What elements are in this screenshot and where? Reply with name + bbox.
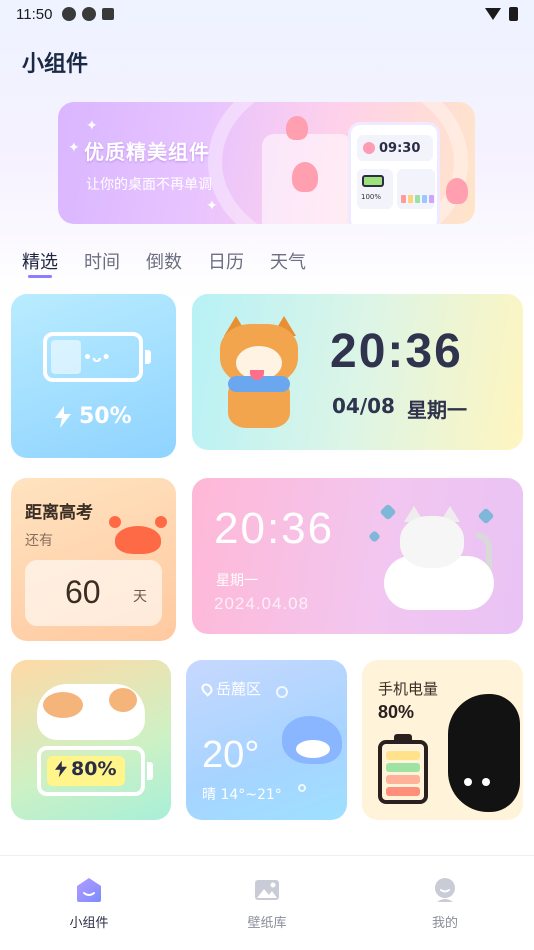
sparkle-icon: ✦ [68, 140, 80, 156]
banner-subtitle: 让你的桌面不再单调 [86, 177, 212, 193]
battery-tip [145, 350, 151, 364]
bubble-icon [276, 686, 288, 698]
weather-location: 岳麓区 [216, 680, 262, 698]
level-bars [401, 195, 434, 203]
wallpaper-icon [255, 880, 279, 900]
phone-battery-widget[interactable]: 手机电量 80% [362, 660, 523, 820]
battery-icon [362, 175, 384, 187]
bottom-nav: 小组件 壁纸库 我的 [0, 856, 534, 950]
battery-percent: 50% [79, 404, 132, 429]
tulip-icon [292, 162, 318, 192]
tab-countdown[interactable]: 倒数 [146, 248, 182, 274]
clock-time: 20:36 [330, 325, 463, 378]
battery-icon [509, 7, 518, 21]
lightning-icon [55, 760, 67, 778]
widget-icon [77, 878, 101, 902]
pink-clock-time: 20:36 [214, 504, 335, 553]
nav-label-wallpapers: 壁纸库 [247, 916, 287, 931]
nav-item-wallpapers[interactable]: 壁纸库 [178, 856, 356, 950]
tab-calendar[interactable]: 日历 [208, 248, 244, 274]
promo-banner[interactable]: ✦ ✦ ✦ 优质精美组件 让你的桌面不再单调 09:30 100% [58, 102, 475, 224]
heart-icon [368, 530, 381, 543]
countdown-title: 距离高考 [25, 503, 93, 523]
shiba-dog-icon [214, 316, 306, 430]
clock-widget[interactable]: 20:36 04/08 星期一 [192, 294, 523, 450]
banner-title: 优质精美组件 [84, 140, 210, 164]
tulip-icon [286, 116, 308, 140]
battery-levels-icon [378, 740, 428, 804]
active-tab-indicator [28, 275, 52, 278]
cat-battery-row: 80% [55, 758, 116, 780]
weather-location-row: 岳麓区 [199, 678, 262, 699]
battery-face: •ᴗ• [83, 350, 111, 366]
battery-fill [51, 340, 81, 374]
tab-weather[interactable]: 天气 [270, 248, 306, 274]
location-pin-icon [199, 680, 215, 697]
battery-widget[interactable]: •ᴗ• 50% [11, 294, 176, 458]
preview-time: 09:30 [379, 140, 421, 156]
countdown-unit: 天 [133, 589, 147, 605]
pink-clock-widget[interactable]: 20:36 星期一 2024.04.08 [192, 478, 523, 634]
tab-featured[interactable]: 精选 [22, 248, 58, 274]
page-title: 小组件 [22, 52, 89, 77]
nav-item-widgets[interactable]: 小组件 [0, 856, 178, 950]
sparkle-icon: ✦ [206, 198, 218, 214]
battery-shell: •ᴗ• [43, 332, 143, 382]
profile-icon [435, 878, 455, 902]
preview-level-widget [397, 169, 435, 209]
countdown-widget[interactable]: 距离高考 还有 60 天 [11, 478, 176, 641]
preview-battery-widget: 100% [357, 169, 393, 209]
tulip-icon [446, 178, 468, 204]
phone-preview: 09:30 100% [348, 122, 440, 224]
clock-weekday: 星期一 [406, 398, 467, 422]
lightning-icon [55, 405, 71, 428]
dolphin-icon [282, 716, 342, 764]
app-notification-icon [82, 7, 97, 21]
countdown-days: 60 [65, 574, 101, 610]
calico-cat-icon [37, 684, 145, 740]
cat-battery-percent: 80% [71, 758, 117, 780]
pink-clock-date: 2024.04.08 [214, 594, 310, 613]
weather-widget[interactable]: 岳麓区 20° 晴 14°~21° [186, 660, 347, 820]
app-notification-icon [62, 7, 77, 21]
sparkle-icon: ✦ [86, 118, 98, 134]
crab-icon [109, 516, 167, 554]
white-cat-icon [384, 502, 502, 614]
status-time: 11:50 [16, 5, 53, 23]
wifi-icon [485, 8, 501, 20]
preview-battery-pct: 100% [361, 193, 382, 201]
clock-date: 04/08 [332, 394, 395, 418]
nav-label-profile: 我的 [431, 916, 458, 931]
clock-date-row: 04/08 星期一 [332, 394, 467, 423]
weather-condition: 晴 14°~21° [202, 787, 282, 803]
cat-battery-widget[interactable]: 80% [11, 660, 171, 820]
preview-clock-widget: 09:30 [357, 135, 433, 161]
a-notification-icon [102, 8, 115, 20]
notification-icons [62, 7, 115, 21]
pink-clock-weekday: 星期一 [216, 573, 258, 589]
countdown-box: 60 天 [25, 560, 162, 626]
battery-percent-row: 50% [55, 404, 132, 429]
paw-icon [363, 142, 375, 154]
weather-temp: 20° [202, 734, 260, 776]
category-tabs: 精选 时间 倒数 日历 天气 [22, 248, 332, 274]
phone-battery-title: 手机电量 [378, 680, 439, 698]
phone-battery-percent: 80% [378, 702, 415, 722]
countdown-sub: 还有 [25, 533, 53, 549]
battery-tip [147, 762, 153, 780]
system-icons [485, 7, 518, 21]
black-cat-icon [448, 694, 520, 812]
status-bar: 11:50 [0, 0, 534, 28]
tab-time[interactable]: 时间 [84, 248, 120, 274]
nav-label-widgets: 小组件 [69, 916, 109, 931]
nav-item-profile[interactable]: 我的 [356, 856, 534, 950]
bubble-icon [298, 784, 306, 792]
